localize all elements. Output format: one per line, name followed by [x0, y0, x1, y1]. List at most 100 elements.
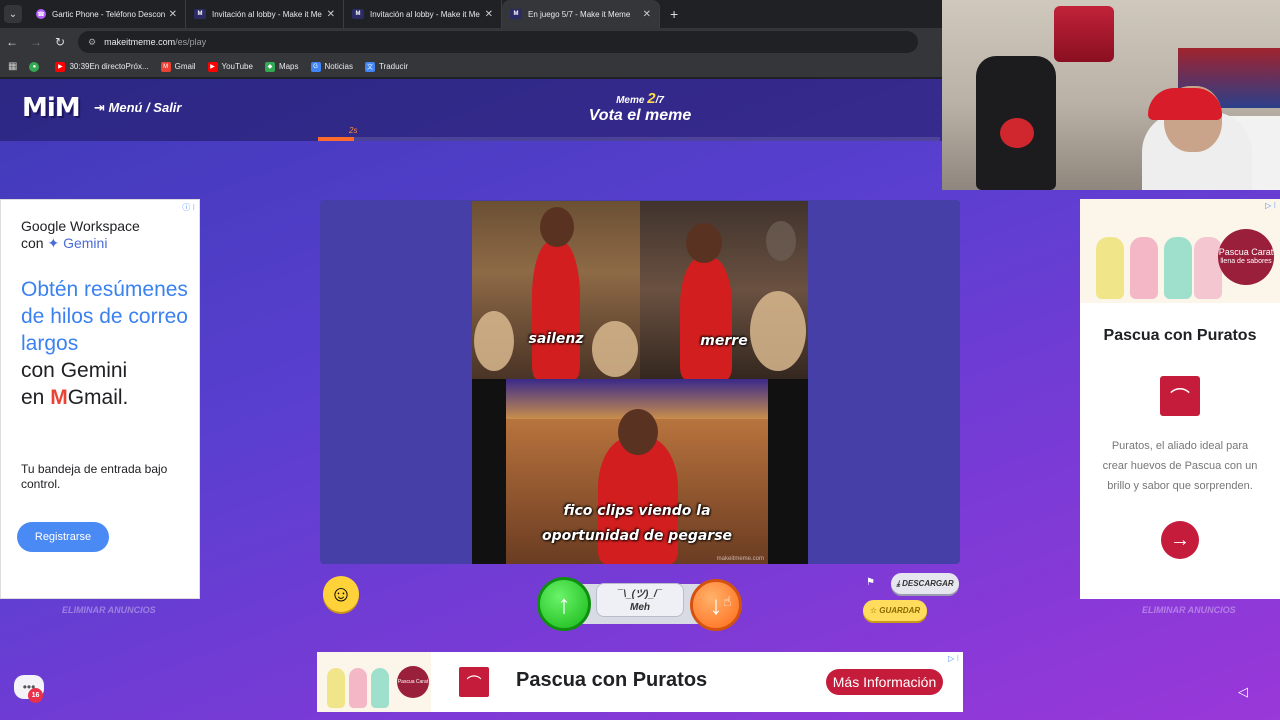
timer-label: 2s — [349, 126, 358, 135]
vote-meh-button[interactable]: ¯\_(ツ)_/¯ Meh — [596, 583, 684, 617]
pascua-carat-badge: Pascua Carat llena de sabores — [1218, 229, 1274, 285]
bunny-shape — [371, 668, 389, 708]
ad-title-line1: Google Workspace — [21, 218, 140, 234]
helmet-shape — [1000, 118, 1034, 148]
bookmark-label: Noticias — [324, 62, 353, 71]
banner-title: Pascua con Puratos — [516, 669, 708, 691]
ad-right-puratos[interactable]: Pascua Carat llena de sabores ▷ ⁝ Pascua… — [1080, 199, 1280, 599]
bunny-shape — [1096, 237, 1124, 299]
bookmark-label: Traducir — [378, 62, 408, 71]
tab-title: Invitación al lobby - Make it Me — [212, 9, 322, 19]
youtube-icon: ▶ — [55, 61, 66, 72]
save-label: GUARDAR — [879, 606, 921, 615]
meme-caption-bottom: fico clips viendo la oportunidad de pega… — [541, 503, 733, 544]
crowd-shape — [592, 321, 638, 377]
crowd-shape — [750, 291, 806, 371]
browser-tab-active[interactable]: M En juego 5/7 - Make it Meme ✕ — [502, 0, 660, 28]
close-icon[interactable]: ✕ — [485, 9, 493, 20]
news-icon: G — [310, 61, 321, 72]
live-icon: ● — [29, 61, 40, 72]
head-shape — [540, 207, 574, 247]
ad-title-prefix: con — [21, 235, 48, 251]
jersey-shape — [1054, 6, 1114, 62]
bookmark-item[interactable]: G Noticias — [310, 61, 353, 72]
meme-caption-top-right: merre — [700, 333, 748, 349]
bookmark-label: YouTube — [221, 62, 253, 71]
remove-ads-link[interactable]: ELIMINAR ANUNCIOS — [1142, 605, 1236, 615]
head-shape — [618, 409, 658, 455]
ad-text: Puratos, el aliado ideal para crear huev… — [1102, 440, 1258, 492]
star-icon: ☆ — [869, 606, 880, 615]
browser-tab[interactable]: M Invitación al lobby - Make it Me ✕ — [344, 0, 502, 28]
ad-image: Pascua Carat llena de sabores ▷ ⁝ — [1080, 199, 1280, 303]
maps-icon: ◆ — [264, 61, 275, 72]
bunny-shape — [1130, 237, 1158, 299]
volume-muted-icon[interactable]: ◁ — [1238, 684, 1248, 700]
mim-favicon-icon: M — [194, 9, 206, 19]
reload-icon[interactable]: ↻ — [48, 35, 72, 49]
face-emoji-icon: ☺ — [329, 581, 353, 606]
timer-bar — [318, 137, 940, 141]
browser-tab[interactable]: ☎ Gartic Phone - Teléfono Descon ✕ — [28, 0, 186, 28]
tab-title: Invitación al lobby - Make it Me — [370, 9, 480, 19]
remove-ads-link[interactable]: ELIMINAR ANUNCIOS — [62, 605, 156, 615]
save-button[interactable]: ☆ GUARDAR — [863, 600, 927, 621]
round-current: 2 — [647, 90, 656, 107]
ad-subtext: Tu bandeja de entrada bajo control. — [21, 462, 168, 491]
arrow-down-icon: ↓ — [709, 589, 723, 620]
report-flag-icon[interactable]: ⚑ — [866, 577, 875, 588]
banner-more-info-button[interactable]: Más Información — [826, 669, 943, 695]
ad-bottom-banner[interactable]: Pascua Carat ⌒ Pascua con Puratos Más In… — [317, 652, 963, 712]
chat-unread-badge: 16 — [28, 688, 43, 703]
meh-face: ¯\_(ツ)_/¯ — [617, 589, 663, 600]
forward-arrow-icon[interactable]: → — [24, 35, 48, 49]
pascua-carat-badge: Pascua Carat — [397, 666, 429, 698]
arrow-right-icon[interactable]: → — [1161, 521, 1199, 559]
browser-tab[interactable]: M Invitación al lobby - Make it Me ✕ — [186, 0, 344, 28]
vote-up-button[interactable]: ↑ — [537, 577, 591, 631]
ad-title: Google Workspace con ✦ Gemini — [21, 218, 140, 252]
url-field[interactable]: ⚙ makeitmeme.com/es/play — [78, 31, 918, 53]
back-arrow-icon[interactable]: ← — [0, 35, 24, 49]
meme-panel-bottom: fico clips viendo la oportunidad de pega… — [506, 379, 768, 564]
emoji-reaction-button[interactable]: ☺ — [323, 576, 359, 612]
bookmark-item[interactable]: 文 Traducir — [364, 61, 408, 72]
ad-left-google-workspace[interactable]: ⓘ ⁝ Google Workspace con ✦ Gemini Obtén … — [0, 199, 200, 599]
bookmark-item[interactable]: M Gmail — [160, 61, 196, 72]
url-domain: makeitmeme.com — [104, 37, 176, 47]
head-shape — [686, 223, 722, 263]
new-tab-icon[interactable]: + — [670, 6, 678, 22]
badge-title: Pascua Carat — [1218, 247, 1274, 257]
bookmark-item[interactable]: ▶ 30:39En directoPróx... — [55, 61, 149, 72]
meme-panel-top-right: merre — [640, 201, 808, 379]
ad-body-highlight: Obtén resúmenes de hilos de correo largo… — [21, 278, 188, 355]
bookmark-item[interactable]: ◆ Maps — [264, 61, 299, 72]
badge-sub: llena de sabores — [1220, 258, 1272, 265]
close-icon[interactable]: ✕ — [327, 9, 335, 20]
gemini-star-icon: ✦ — [47, 235, 64, 251]
close-icon[interactable]: ✕ — [169, 9, 177, 20]
tab-search-button[interactable]: ⌄ — [4, 5, 22, 23]
vote-down-button[interactable]: ↓ — [690, 579, 742, 631]
banner-image: Pascua Carat — [317, 652, 431, 712]
timer-fill — [318, 137, 355, 141]
adchoices-icon[interactable]: ⓘ ⁝ — [182, 202, 195, 213]
site-info-icon[interactable]: ⚙ — [88, 37, 96, 48]
webcam-overlay — [942, 0, 1280, 190]
adchoices-icon[interactable]: ▷ ⁝ — [948, 654, 959, 663]
adchoices-icon[interactable]: ▷ ⁝ — [1265, 201, 1276, 210]
streamer-cap-shape — [1148, 88, 1222, 120]
ad-body: Obtén resúmenes de hilos de correo largo… — [21, 276, 191, 411]
ad-title: Pascua con Puratos — [1103, 327, 1257, 344]
close-icon[interactable]: ✕ — [643, 9, 651, 20]
bookmarks-bar: ▦ ● ▶ 30:39En directoPróx... M Gmail ▶ YouT… — [0, 56, 942, 78]
tab-title: Gartic Phone - Teléfono Descon — [52, 9, 165, 19]
apps-grid-icon[interactable]: ▦ — [8, 61, 17, 72]
bookmark-item[interactable]: ▶ YouTube — [207, 61, 253, 72]
download-button[interactable]: ⤓ DESCARGAR — [891, 573, 959, 594]
puratos-logo-icon: ⌒ — [1160, 376, 1200, 416]
gmail-icon: M — [50, 386, 68, 409]
crowd-shape — [766, 221, 796, 261]
bookmark-item[interactable]: ● — [29, 61, 43, 72]
ad-register-button[interactable]: Registrarse — [17, 522, 109, 552]
